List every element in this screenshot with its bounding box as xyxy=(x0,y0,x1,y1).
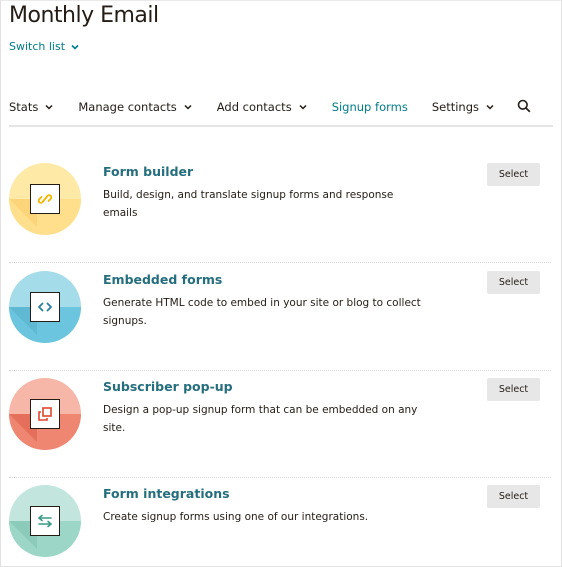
form-option-description: Create signup forms using one of our int… xyxy=(103,511,369,523)
nav-item-settings[interactable]: Settings xyxy=(432,97,495,117)
code-icon xyxy=(38,302,52,312)
popup-icon xyxy=(38,407,52,421)
form-option-title[interactable]: Subscriber pop-up xyxy=(103,379,233,394)
subscriber-popup-illustration xyxy=(9,378,81,450)
chevron-down-icon xyxy=(299,104,307,110)
form-builder-icon-box xyxy=(30,184,60,214)
nav-item-label: Manage contacts xyxy=(78,100,177,114)
search-button[interactable] xyxy=(517,98,531,117)
switch-list-label: Switch list xyxy=(9,40,66,53)
form-option-description: Build, design, and translate signup form… xyxy=(103,189,394,219)
list-nav: Stats Manage contacts Add contacts Signu… xyxy=(9,97,553,127)
arrows-exchange-icon xyxy=(38,514,52,528)
nav-item-label: Signup forms xyxy=(331,100,408,114)
form-option-description: Design a pop-up signup form that can be … xyxy=(103,404,418,434)
form-option-title[interactable]: Form builder xyxy=(103,164,193,179)
nav-item-label: Add contacts xyxy=(216,100,292,114)
select-button[interactable]: Select xyxy=(487,485,540,508)
form-option-description: Generate HTML code to embed in your site… xyxy=(103,297,421,327)
page-title: Monthly Email xyxy=(9,3,159,28)
select-button[interactable]: Select xyxy=(487,271,540,294)
nav-item-manage-contacts[interactable]: Manage contacts xyxy=(78,97,192,117)
page-frame: Monthly Email Switch list Stats Manage c… xyxy=(0,0,562,567)
form-integrations-illustration xyxy=(9,485,81,557)
chevron-down-icon xyxy=(184,104,192,110)
form-builder-illustration xyxy=(9,163,81,235)
nav-item-add-contacts[interactable]: Add contacts xyxy=(217,97,308,117)
subscriber-popup-icon-box xyxy=(30,399,60,429)
nav-item-label: Settings xyxy=(431,100,479,114)
link-icon xyxy=(37,194,53,204)
form-option-title[interactable]: Embedded forms xyxy=(103,272,222,287)
select-button[interactable]: Select xyxy=(487,163,540,186)
search-icon xyxy=(517,99,531,113)
form-option-subscriber-popup: Subscriber pop-up Design a pop-up signup… xyxy=(9,370,551,478)
embedded-forms-icon-box xyxy=(30,292,60,322)
select-button[interactable]: Select xyxy=(487,378,540,401)
chevron-down-icon xyxy=(71,44,79,50)
form-option-form-integrations: Form integrations Create signup forms us… xyxy=(9,477,551,565)
nav-item-signup-forms[interactable]: Signup forms xyxy=(332,97,408,117)
form-option-form-builder: Form builder Build, design, and translat… xyxy=(9,155,551,263)
form-option-embedded-forms: Embedded forms Generate HTML code to emb… xyxy=(9,263,551,371)
chevron-down-icon xyxy=(486,104,494,110)
nav-item-stats[interactable]: Stats xyxy=(9,97,54,117)
chevron-down-icon xyxy=(45,104,53,110)
form-integrations-icon-box xyxy=(30,506,60,536)
switch-list-link[interactable]: Switch list xyxy=(9,40,80,53)
form-option-title[interactable]: Form integrations xyxy=(103,486,230,501)
embedded-forms-illustration xyxy=(9,271,81,343)
nav-item-label: Stats xyxy=(9,100,39,114)
